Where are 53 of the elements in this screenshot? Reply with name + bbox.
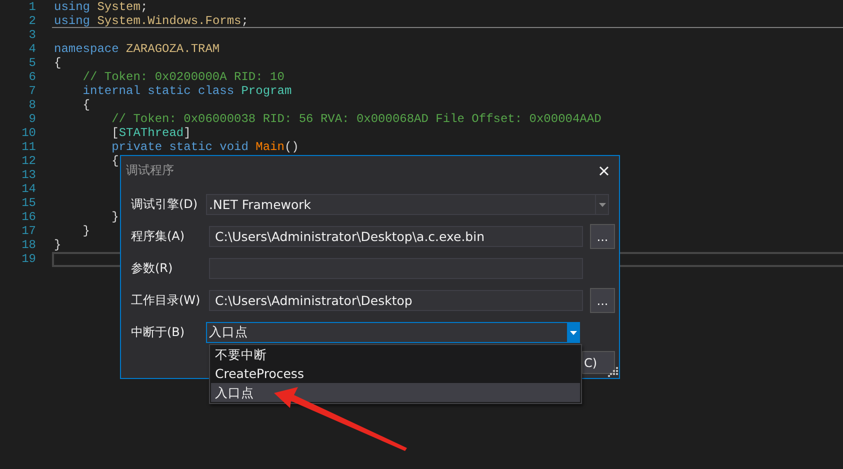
code-line: }: [54, 238, 62, 252]
line-number: 15: [20, 196, 36, 210]
dropdown-option[interactable]: CreateProcess: [211, 364, 580, 383]
caret-icon: [570, 330, 576, 334]
line-number: 6: [28, 70, 36, 84]
code-line: using System.Windows.Forms;: [54, 14, 248, 28]
dropdown-field[interactable]: 入口点: [206, 322, 580, 343]
line-number: 18: [20, 238, 36, 252]
dropdown-option[interactable]: 不要中断: [211, 345, 580, 364]
resize-grip-icon[interactable]: [608, 367, 618, 377]
code-line: private static void Main(): [110, 140, 299, 154]
code-line: [STAThread]: [110, 126, 191, 140]
code-line: internal static class Program: [82, 84, 292, 98]
line-number: 1: [28, 0, 36, 14]
input-field[interactable]: C:\Users\Administrator\Desktop\a.c.exe.bin: [209, 226, 583, 247]
line-number: 17: [20, 224, 36, 238]
line-number: 5: [28, 56, 36, 70]
line-number: 11: [20, 140, 36, 154]
code-line: {: [54, 56, 62, 70]
code-line: {: [110, 154, 119, 168]
browse-button[interactable]: ...: [590, 224, 615, 249]
line-number: 14: [20, 182, 36, 196]
line-number: 9: [28, 112, 36, 126]
line-number: 7: [28, 84, 36, 98]
line-number: 4: [28, 42, 36, 56]
input-field[interactable]: C:\Users\Administrator\Desktop: [209, 290, 583, 311]
line-number: 16: [20, 210, 36, 224]
line-number: 19: [20, 252, 36, 266]
caret-icon: [598, 202, 606, 206]
line-number: 2: [28, 14, 36, 28]
field-label: 参数(R): [131, 260, 174, 277]
field-label: 中断于(B): [131, 324, 186, 341]
cancel-button[interactable]: C): [582, 351, 615, 374]
field-label: 工作目录(W): [131, 292, 202, 309]
line-number: 12: [20, 154, 36, 168]
dropdown-field[interactable]: .NET Framework: [206, 194, 609, 215]
code-line: namespace ZARAGOZA.TRAM: [54, 42, 220, 56]
browse-button[interactable]: ...: [590, 288, 615, 313]
dropdown-option[interactable]: 入口点: [211, 383, 580, 402]
code-line: }: [82, 224, 90, 238]
line-number: 13: [20, 168, 36, 182]
field-label: 调试引擎(D): [131, 196, 199, 213]
code-line: // Token: 0x06000038 RID: 56 RVA: 0x000068AD File Offset: 0x00004AAD: [110, 112, 602, 126]
code-line: {: [82, 98, 90, 112]
line-number: 10: [20, 126, 36, 140]
code-line: // Token: 0x0200000A RID: 10: [82, 70, 284, 84]
line-number: 3: [28, 28, 36, 42]
line-number: 8: [28, 98, 36, 112]
code-line: }: [110, 210, 119, 224]
close-icon[interactable]: [599, 166, 609, 176]
field-label: 程序集(A): [131, 228, 186, 245]
code-line: using System;: [54, 0, 148, 14]
dialog-title: 调试程序: [126, 162, 174, 179]
